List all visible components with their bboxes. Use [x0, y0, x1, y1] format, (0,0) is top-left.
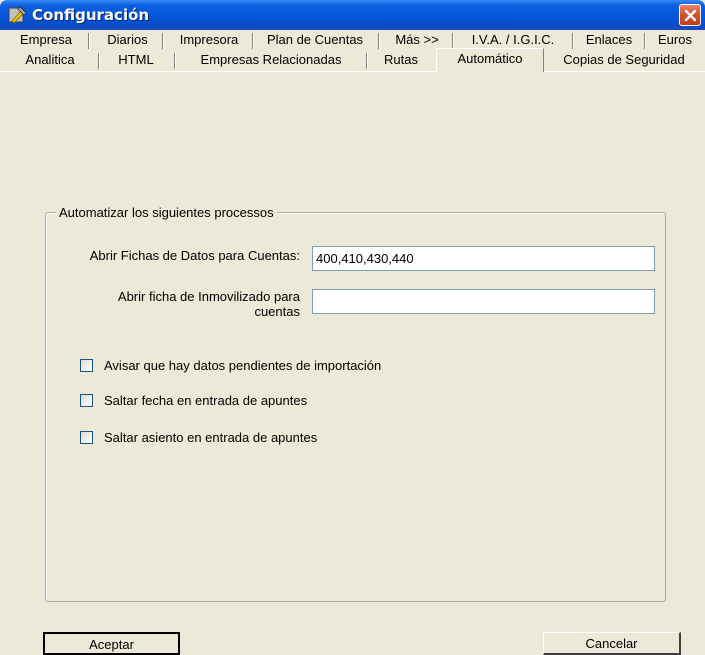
- tab-plan-de-cuentas[interactable]: Plan de Cuentas: [258, 30, 372, 52]
- checkbox-saltar-fecha[interactable]: Saltar fecha en entrada de apuntes: [80, 392, 380, 410]
- tab-label: Más >>: [395, 32, 439, 47]
- checkbox-label: Saltar fecha en entrada de apuntes: [104, 393, 308, 408]
- tab-analitica[interactable]: Analitica: [8, 50, 92, 72]
- checkbox-box[interactable]: [80, 431, 93, 444]
- accept-label: Aceptar: [89, 637, 134, 652]
- tab-impresora[interactable]: Impresora: [170, 30, 248, 52]
- tab-label: Empresa: [19, 32, 73, 47]
- checkbox-avisar-pendientes[interactable]: Avisar que hay datos pendientes de impor…: [80, 357, 440, 375]
- accept-button[interactable]: Aceptar: [43, 632, 180, 655]
- tab-label: Automático: [457, 51, 523, 66]
- close-button[interactable]: [679, 4, 701, 26]
- tab-label: Euros: [658, 32, 692, 47]
- checkbox-label: Avisar que hay datos pendientes de impor…: [104, 358, 382, 373]
- tab-rutas[interactable]: Rutas: [372, 50, 430, 72]
- tab-label: Empresas Relacionadas: [200, 52, 342, 67]
- checkbox-box[interactable]: [80, 359, 93, 372]
- close-icon: [684, 9, 697, 22]
- tab-label: Rutas: [384, 52, 418, 67]
- checkbox-label: Saltar asiento en entrada de apuntes: [104, 430, 318, 445]
- checkbox-saltar-asiento[interactable]: Saltar asiento en entrada de apuntes: [80, 429, 380, 447]
- tab-html[interactable]: HTML: [104, 50, 168, 72]
- tab-row-2: Analitica HTML Empresas Relacionadas Rut…: [0, 48, 705, 72]
- group-legend: Automatizar los siguientes processos: [56, 205, 277, 220]
- tab-label: Analitica: [25, 52, 75, 67]
- checkbox-box[interactable]: [80, 394, 93, 407]
- tab-enlaces[interactable]: Enlaces: [578, 30, 640, 52]
- tab-label: I.V.A. / I.G.I.C.: [471, 32, 555, 47]
- inmovilizado-input[interactable]: [312, 289, 655, 314]
- title-bar[interactable]: Configuración: [0, 0, 705, 30]
- tab-label: Plan de Cuentas: [266, 32, 364, 47]
- inmovilizado-label-line2: cuentas: [254, 304, 300, 319]
- cancel-button[interactable]: Cancelar: [543, 632, 681, 655]
- cancel-label: Cancelar: [585, 636, 638, 651]
- tab-label: Diarios: [107, 32, 148, 47]
- tab-panel-border: [0, 71, 705, 73]
- window-title: Configuración: [32, 6, 150, 24]
- tab-row-1: Empresa Diarios Impresora Plan de Cuenta…: [0, 30, 705, 52]
- tab-label: Copias de Seguridad: [563, 52, 685, 67]
- fichas-input[interactable]: 400,410,430,440: [312, 246, 655, 271]
- fichas-label: Abrir Fichas de Datos para Cuentas:: [89, 248, 300, 263]
- tab-diarios[interactable]: Diarios: [96, 30, 159, 52]
- tab-copias-de-seguridad[interactable]: Copias de Seguridad: [548, 50, 700, 72]
- tab-label: Enlaces: [585, 32, 633, 47]
- wrench-icon: [8, 6, 27, 24]
- tab-empresas-relacionadas[interactable]: Empresas Relacionadas: [180, 50, 362, 72]
- tab-label: HTML: [118, 52, 154, 67]
- inmovilizado-label-line1: Abrir ficha de Inmovilizado para: [117, 289, 300, 304]
- tab-empresa[interactable]: Empresa: [8, 30, 84, 52]
- tab-automatico[interactable]: Automático: [436, 48, 544, 72]
- tab-label: Impresora: [179, 32, 239, 47]
- tab-euros[interactable]: Euros: [650, 30, 700, 52]
